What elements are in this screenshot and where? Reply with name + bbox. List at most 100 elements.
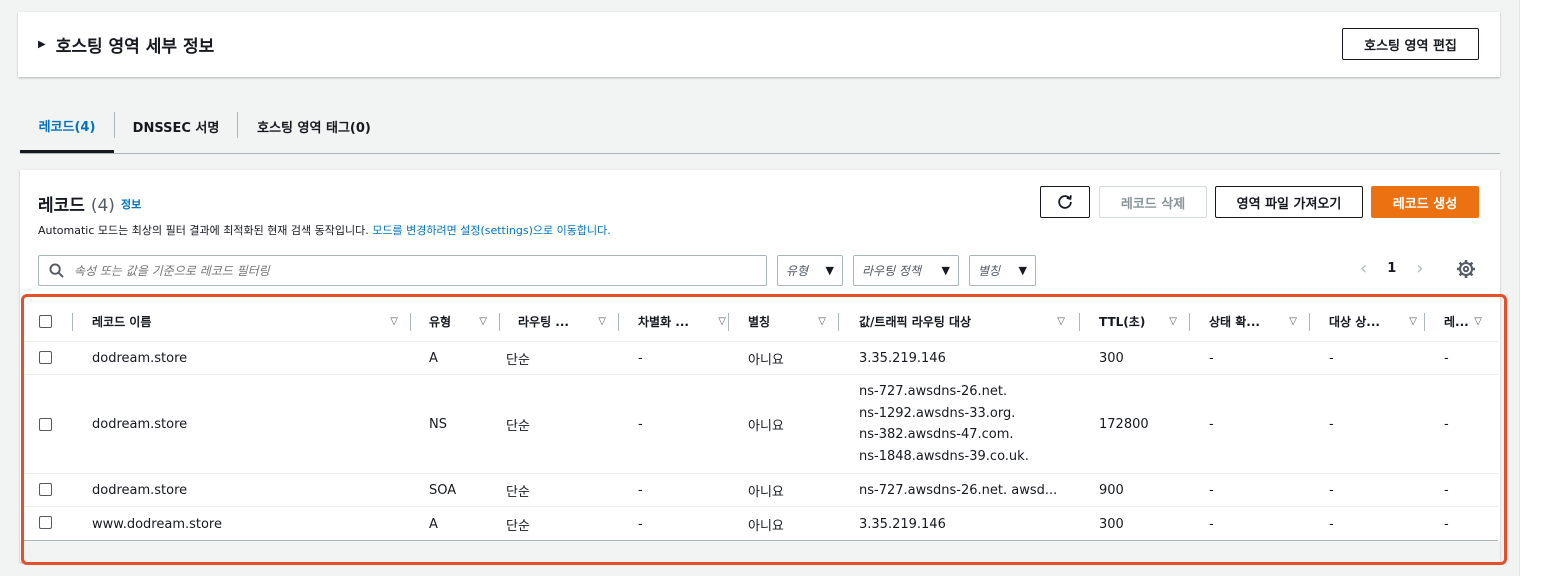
- record-filter-search[interactable]: [38, 255, 767, 286]
- table-row[interactable]: dodream.store NS 단순 - 아니요 ns-727.awsdns-…: [24, 375, 1498, 474]
- differentiator: -: [638, 416, 643, 432]
- search-mode-description: Automatic 모드는 최상의 필터 결과에 최적화된 현재 검색 동작입니…: [38, 224, 611, 237]
- column-divider: [728, 313, 729, 331]
- tab-records[interactable]: 레코드(4): [20, 100, 114, 153]
- chevron-right-icon[interactable]: ›: [1416, 258, 1423, 279]
- column-divider: [1189, 313, 1190, 331]
- column-divider: [1309, 313, 1310, 331]
- page-number[interactable]: 1: [1387, 261, 1396, 276]
- column-divider: [1424, 313, 1425, 331]
- record-name: dodream.store: [92, 416, 188, 432]
- ttl: 300: [1099, 350, 1124, 366]
- target-health: -: [1329, 350, 1334, 366]
- create-record-button[interactable]: 레코드 생성: [1371, 186, 1479, 218]
- record-value: 3.35.219.146: [859, 350, 946, 366]
- alias-filter-dropdown[interactable]: 별칭 ▼: [969, 255, 1036, 286]
- caret-down-icon: ▼: [825, 264, 834, 277]
- gear-icon[interactable]: [1456, 259, 1476, 279]
- import-zone-file-button[interactable]: 영역 파일 가져오기: [1215, 186, 1363, 218]
- tab-hosted-zone-tags[interactable]: 호스팅 영역 태그(0): [238, 100, 390, 153]
- ttl: 300: [1099, 516, 1124, 532]
- sort-icon: ▽: [1169, 316, 1177, 327]
- edit-hosted-zone-button[interactable]: 호스팅 영역 편집: [1342, 28, 1479, 60]
- column-header-name[interactable]: 레코드 이름 ▽: [92, 301, 410, 342]
- sort-icon: ▽: [718, 316, 726, 327]
- record-type: SOA: [429, 482, 457, 498]
- record-value: 3.35.219.146: [859, 516, 946, 532]
- column-header-routing[interactable]: 라우팅 ... ▽: [518, 301, 618, 342]
- ttl: 172800: [1099, 416, 1149, 432]
- hosted-zone-details-toggle[interactable]: ▶ 호스팅 영역 세부 정보: [38, 32, 214, 57]
- ttl: 900: [1099, 482, 1124, 498]
- select-all-checkbox[interactable]: [39, 315, 52, 328]
- type-filter-dropdown[interactable]: 유형 ▼: [777, 255, 843, 286]
- column-header-health-check[interactable]: 상태 확... ▽: [1209, 301, 1309, 342]
- sort-icon: ▽: [1474, 316, 1482, 327]
- column-header-ttl[interactable]: TTL(초) ▽: [1099, 301, 1189, 342]
- sort-icon: ▽: [1409, 316, 1417, 327]
- pagination: ‹ 1 ›: [1360, 258, 1423, 279]
- column-divider: [410, 313, 411, 331]
- column-divider: [1079, 313, 1080, 331]
- record-type: A: [429, 350, 438, 366]
- health-check: -: [1209, 482, 1214, 498]
- sort-icon: ▽: [1289, 316, 1297, 327]
- scrollbar[interactable]: [1519, 0, 1542, 576]
- refresh-icon: [1058, 195, 1072, 209]
- routing-policy: 단순: [506, 518, 530, 534]
- differentiator: -: [638, 516, 643, 532]
- record-name: www.dodream.store: [92, 516, 222, 532]
- row-checkbox[interactable]: [39, 483, 52, 496]
- record-id: -: [1444, 482, 1449, 498]
- hosted-zone-details-panel: ▶ 호스팅 영역 세부 정보 호스팅 영역 편집: [18, 12, 1500, 77]
- differentiator: -: [638, 350, 643, 366]
- column-header-record-id[interactable]: 레... ▽: [1444, 301, 1494, 342]
- records-table: 레코드 이름 ▽ 유형 ▽ 라우팅 ... ▽ 차별화 ... ▽ 별칭 ▽ 값/트래픽 …: [24, 301, 1498, 541]
- column-header-differentiator[interactable]: 차별화 ... ▽: [638, 301, 738, 342]
- record-id: -: [1444, 516, 1449, 532]
- sort-icon: ▽: [479, 316, 487, 327]
- alias: 아니요: [748, 352, 784, 368]
- alias: 아니요: [748, 418, 784, 434]
- table-header: 레코드 이름 ▽ 유형 ▽ 라우팅 ... ▽ 차별화 ... ▽ 별칭 ▽ 값/트래픽 …: [24, 301, 1498, 342]
- health-check: -: [1209, 350, 1214, 366]
- table-row[interactable]: dodream.store A 단순 - 아니요 3.35.219.146 30…: [24, 342, 1498, 375]
- row-checkbox[interactable]: [39, 351, 52, 364]
- info-link[interactable]: 정보: [121, 196, 141, 212]
- sort-icon: ▽: [1057, 316, 1065, 327]
- row-checkbox[interactable]: [39, 418, 52, 431]
- column-divider: [72, 313, 73, 331]
- record-id: -: [1444, 350, 1449, 366]
- differentiator: -: [638, 482, 643, 498]
- record-name: dodream.store: [92, 482, 188, 498]
- refresh-button[interactable]: [1040, 186, 1090, 218]
- delete-record-button[interactable]: 레코드 삭제: [1099, 186, 1207, 218]
- table-row[interactable]: www.dodream.store A 단순 - 아니요 3.35.219.14…: [24, 507, 1498, 541]
- target-health: -: [1329, 416, 1334, 432]
- column-header-value[interactable]: 값/트래픽 라우팅 대상 ▽: [859, 301, 1077, 342]
- chevron-left-icon[interactable]: ‹: [1360, 258, 1367, 279]
- settings-link[interactable]: 모드를 변경하려면 설정(settings)으로 이동합니다.: [372, 224, 610, 237]
- tab-bar: 레코드(4) DNSSEC 서명 호스팅 영역 태그(0): [20, 100, 1500, 154]
- table-horizontal-scroll-area[interactable]: [20, 541, 1500, 562]
- table-row[interactable]: dodream.store SOA 단순 - 아니요 ns-727.awsdns…: [24, 474, 1498, 507]
- row-checkbox[interactable]: [39, 516, 52, 529]
- column-header-target-health[interactable]: 대상 상... ▽: [1329, 301, 1429, 342]
- column-header-alias[interactable]: 별칭 ▽: [748, 301, 838, 342]
- record-value: ns-727.awsdns-26.net. awsd...: [859, 482, 1058, 498]
- sort-icon: ▽: [598, 316, 606, 327]
- column-header-type[interactable]: 유형 ▽: [429, 301, 499, 342]
- target-health: -: [1329, 482, 1334, 498]
- tab-dnssec[interactable]: DNSSEC 서명: [115, 100, 237, 153]
- records-count: (4): [90, 196, 115, 216]
- routing-policy-filter-dropdown[interactable]: 라우팅 정책 ▼: [853, 255, 959, 286]
- record-name: dodream.store: [92, 350, 188, 366]
- details-title: 호스팅 영역 세부 정보: [55, 37, 215, 57]
- health-check: -: [1209, 416, 1214, 432]
- search-icon: [49, 263, 64, 278]
- target-health: -: [1329, 516, 1334, 532]
- record-type: NS: [429, 416, 447, 432]
- search-input[interactable]: [74, 263, 724, 278]
- records-title: 레코드 (4): [38, 196, 115, 216]
- column-divider: [499, 313, 500, 331]
